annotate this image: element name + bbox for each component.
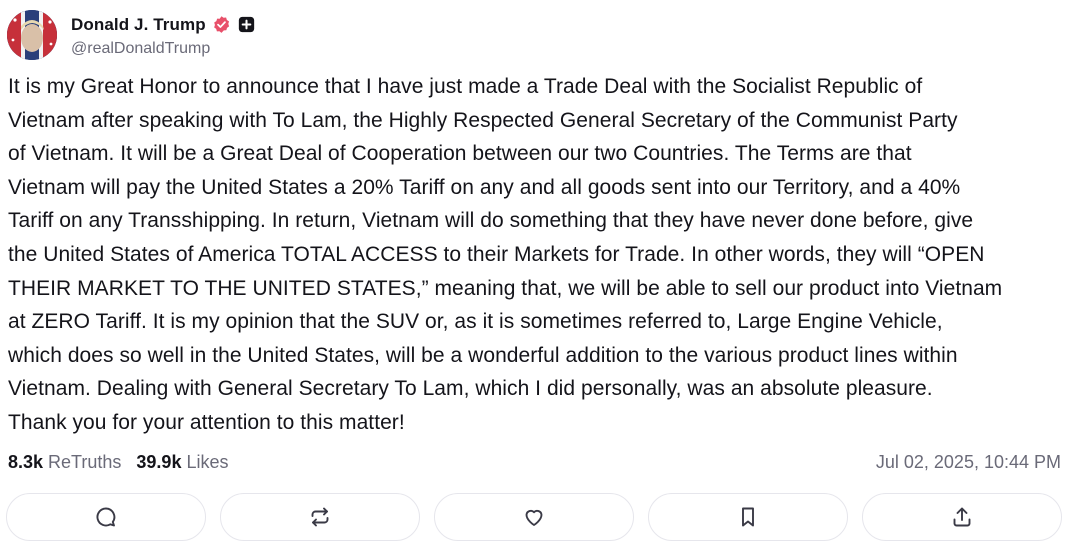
share-button[interactable] [862,493,1062,541]
post-text-line: at ZERO Tariff. It is my opinion that th… [8,310,943,334]
bookmark-button[interactable] [648,493,848,541]
avatar-image [7,10,57,60]
retruths-stat[interactable]: 8.3k ReTruths [8,452,121,473]
like-button[interactable] [434,493,634,541]
retruth-button[interactable] [220,493,420,541]
action-bar [6,493,1062,541]
bookmark-icon [742,507,754,527]
author-handle[interactable]: @realDonaldTrump [71,40,255,58]
retruths-label: ReTruths [48,451,122,472]
post-text-line: It is my Great Honor to announce that I … [8,75,923,98]
post-text-line: the United States of America TOTAL ACCES… [8,242,985,266]
post-stats: 8.3k ReTruths 39.9k Likes [8,450,228,474]
share-icon [953,507,971,527]
verified-badge-icon [212,15,231,34]
post-text-line: THEIR MARKET TO THE UNITED STATES,” mean… [8,276,1003,300]
author-info: Donald J. Trump @realDonaldTrump [71,13,255,58]
post-timestamp[interactable]: Jul 02, 2025, 10:44 PM [876,450,1061,474]
author-name-row: Donald J. Trump [71,13,255,37]
repost-icon [311,507,329,527]
post-text-line: Vietnam after speaking with To Lam, the … [8,108,958,132]
retruths-count: 8.3k [8,451,44,472]
heart-icon [525,509,543,526]
post-text-line: Vietnam. Dealing with General Secretary … [8,377,933,401]
plus-badge-icon [238,16,255,33]
likes-stat[interactable]: 39.9k Likes [136,452,228,473]
post-text-line: Tariff on any Transshipping. In return, … [8,209,974,233]
likes-count: 39.9k [136,451,182,472]
post-text-line: which does so well in the United States,… [8,343,958,367]
post-text-line: Thank you for your attention to this mat… [8,410,405,434]
post-text-line: of Vietnam. It will be a Great Deal of C… [8,142,912,166]
comment-icon [96,507,116,527]
post-header: Donald J. Trump @realDonaldTrump [7,8,255,62]
likes-label: Likes [186,451,229,472]
avatar[interactable] [7,10,57,60]
post-body: It is my Great Honor to announce that I … [8,70,1074,440]
post-text-line: Vietnam will pay the United States a 20%… [8,175,961,199]
reply-button[interactable] [6,493,206,541]
author-display-name[interactable]: Donald J. Trump [71,15,206,35]
